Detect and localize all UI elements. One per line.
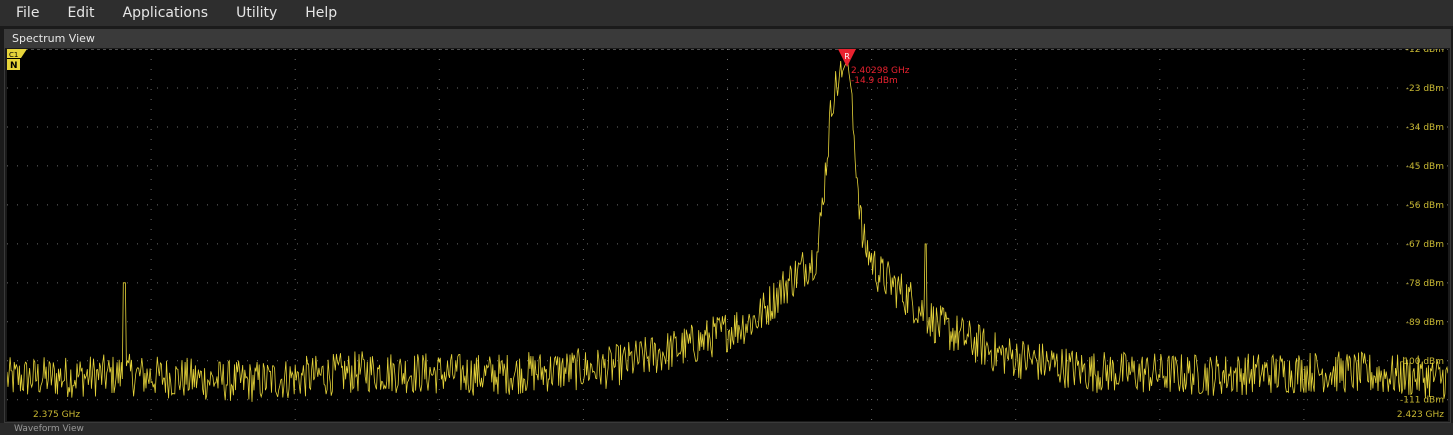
marker-label: R [844,52,850,61]
menu-utility[interactable]: Utility [220,5,277,21]
spectrum-plot[interactable]: -12 dBm -23 dBm -34 dBm -45 dBm -56 dBm -67 d… [7,49,1448,421]
menu-applications[interactable]: Applications [107,5,209,21]
menu-file[interactable]: File [0,5,39,21]
start-frequency-label: 2.375 GHz [33,410,80,420]
y-tick-label: -56 dBm [1406,201,1444,211]
y-tick-label: -67 dBm [1406,240,1444,250]
spectrum-view-panel: Spectrum View -12 dBm -23 dBm -34 dBm -45 d… [4,29,1451,423]
spectrum-trace [7,58,1448,402]
marker-frequency: 2.40298 GHz [851,66,910,76]
y-tick-label: -89 dBm [1406,318,1444,328]
channel-badge-icon[interactable]: C1 N [7,49,27,71]
panel-title[interactable]: Spectrum View [5,30,1450,48]
channel-mode: N [10,61,18,71]
channel-label: C1 [9,51,18,59]
menu-bar: File Edit Applications Utility Help [0,0,1453,26]
menu-help[interactable]: Help [289,5,337,21]
y-tick-label: -45 dBm [1406,162,1444,172]
y-tick-label: -34 dBm [1406,123,1444,133]
y-tick-label: -78 dBm [1406,279,1444,289]
menu-edit[interactable]: Edit [51,5,94,21]
bottom-bar: Waveform View [0,423,1453,435]
y-tick-label: -12 dBm [1406,49,1444,55]
y-tick-label: -23 dBm [1406,84,1444,94]
y-tick-label: -111 dBm [1400,396,1444,406]
stop-frequency-label: 2.423 GHz [1397,410,1444,420]
marker-level: -14.9 dBm [851,76,898,86]
bottom-bar-label: Waveform View [14,424,84,434]
spectrum-chart[interactable]: -12 dBm -23 dBm -34 dBm -45 dBm -56 dBm -67 d… [7,49,1448,421]
